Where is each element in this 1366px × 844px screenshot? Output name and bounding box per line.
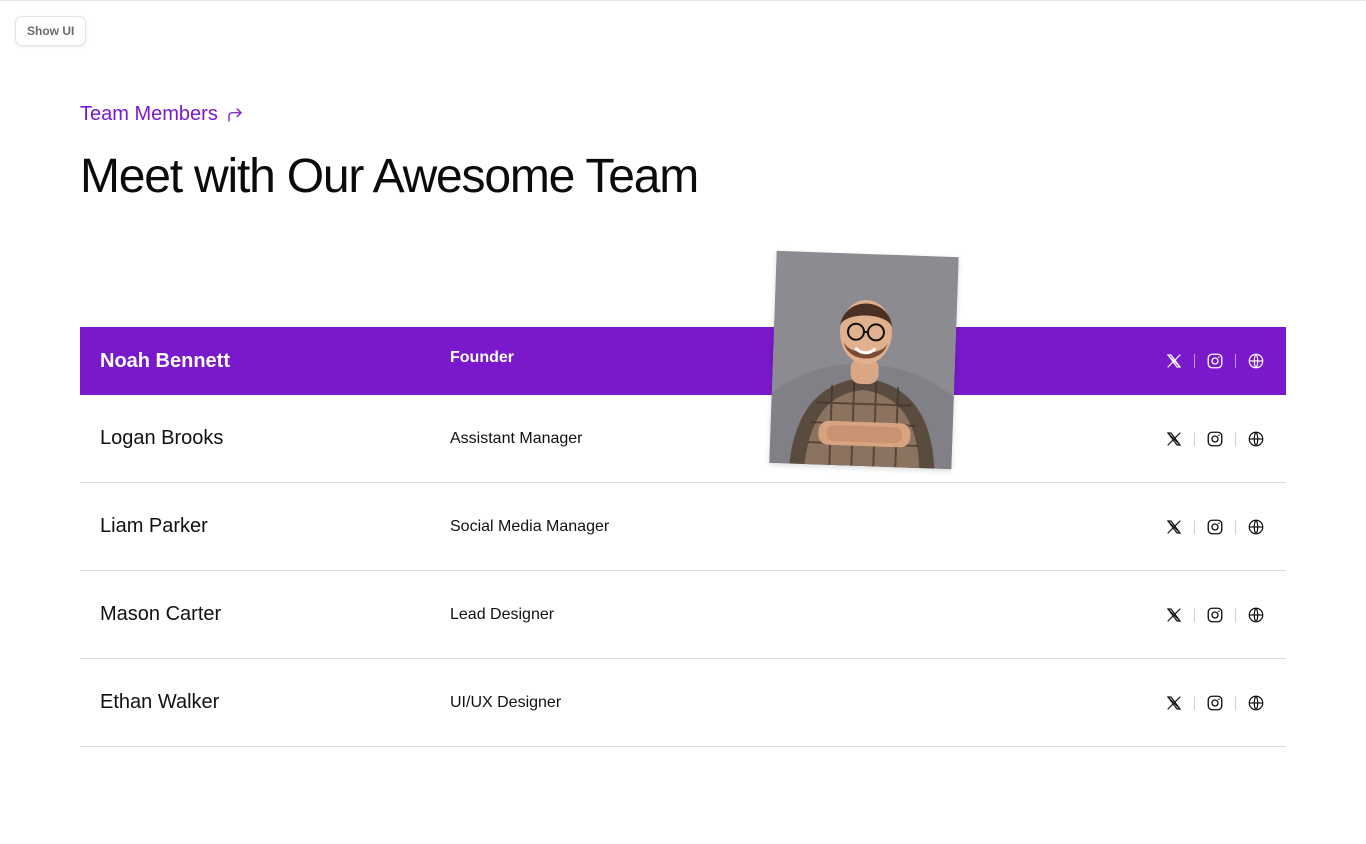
member-name: Mason Carter <box>100 603 222 625</box>
team-list: Noah Bennett Founder Logan Brooks Assist… <box>80 327 1286 747</box>
member-name: Logan Brooks <box>100 427 224 449</box>
member-role: Assistant Manager <box>450 429 583 447</box>
team-row[interactable]: Noah Bennett Founder <box>80 327 1286 395</box>
member-role: Founder <box>450 349 514 366</box>
page-title: Meet with Our Awesome Team <box>80 150 699 203</box>
social-links <box>1164 429 1266 449</box>
globe-icon[interactable] <box>1246 693 1266 713</box>
divider <box>1235 695 1236 710</box>
divider <box>1194 607 1195 622</box>
instagram-icon[interactable] <box>1205 351 1225 371</box>
instagram-icon[interactable] <box>1205 693 1225 713</box>
globe-icon[interactable] <box>1246 605 1266 625</box>
instagram-icon[interactable] <box>1205 605 1225 625</box>
globe-icon[interactable] <box>1246 429 1266 449</box>
x-icon[interactable] <box>1164 517 1184 537</box>
team-row[interactable]: Liam Parker Social Media Manager <box>80 483 1286 571</box>
team-member-photo <box>769 250 959 470</box>
team-row[interactable]: Mason Carter Lead Designer <box>80 571 1286 659</box>
divider <box>1194 354 1195 368</box>
section-eyebrow[interactable]: Team Members <box>80 103 244 126</box>
divider <box>1194 695 1195 710</box>
show-ui-button[interactable]: Show UI <box>15 16 87 46</box>
member-role: Lead Designer <box>450 605 555 623</box>
divider <box>1194 519 1195 534</box>
instagram-icon[interactable] <box>1205 517 1225 537</box>
member-name: Liam Parker <box>100 515 208 537</box>
member-name: Ethan Walker <box>100 691 220 713</box>
member-role: Social Media Manager <box>450 517 610 535</box>
divider <box>1235 519 1236 534</box>
eyebrow-label: Team Members <box>80 103 218 125</box>
social-links <box>1164 351 1266 371</box>
member-name: Noah Bennett <box>100 349 230 372</box>
team-row[interactable]: Logan Brooks Assistant Manager <box>80 395 1286 483</box>
divider <box>1235 354 1236 368</box>
divider <box>1235 431 1236 446</box>
x-icon[interactable] <box>1164 605 1184 625</box>
social-links <box>1164 693 1266 713</box>
x-icon[interactable] <box>1164 351 1184 371</box>
globe-icon[interactable] <box>1246 517 1266 537</box>
team-row[interactable]: Ethan Walker UI/UX Designer <box>80 659 1286 747</box>
member-role: UI/UX Designer <box>450 693 562 711</box>
arrow-turn-right-icon <box>228 107 242 122</box>
x-icon[interactable] <box>1164 693 1184 713</box>
divider <box>1194 431 1195 446</box>
x-icon[interactable] <box>1164 429 1184 449</box>
globe-icon[interactable] <box>1246 351 1266 371</box>
social-links <box>1164 605 1266 625</box>
social-links <box>1164 517 1266 537</box>
instagram-icon[interactable] <box>1205 429 1225 449</box>
divider <box>1235 607 1236 622</box>
